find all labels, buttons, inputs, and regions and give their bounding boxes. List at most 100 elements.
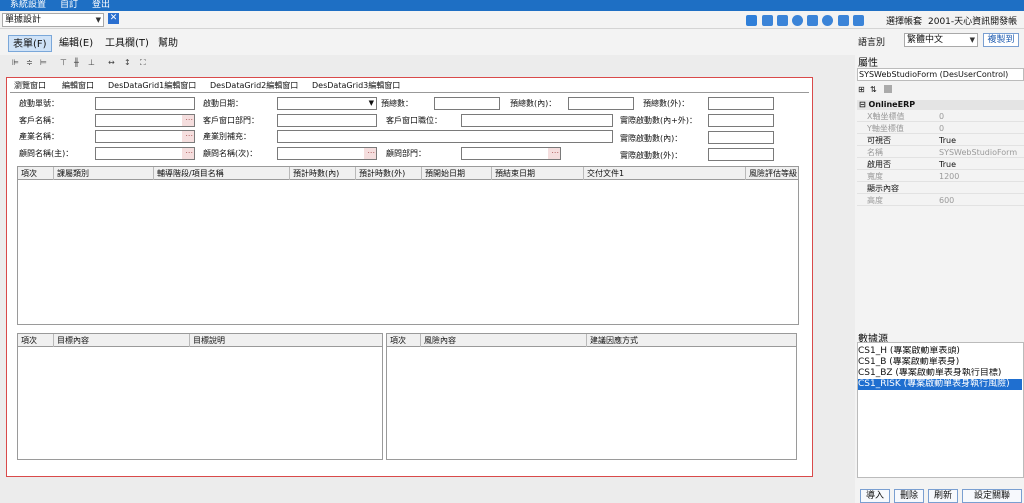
consultant-sub-input[interactable] — [277, 146, 377, 160]
grid-2-col-desc[interactable]: 目標說明 — [190, 334, 382, 347]
menu-system-settings[interactable]: 系統設置 — [10, 0, 46, 11]
property-row[interactable]: 可視否 True — [857, 136, 1024, 146]
grid-3-col-risk[interactable]: 風險內容 — [421, 334, 587, 347]
refresh-button[interactable]: 刷新 — [928, 489, 958, 503]
property-value[interactable]: 0 — [939, 112, 944, 122]
grid-1-col-end[interactable]: 預結束日期 — [492, 167, 584, 180]
aa-icon[interactable] — [746, 15, 757, 26]
tab-grid2-edit[interactable]: DesDataGrid2編輯窗口 — [210, 80, 298, 91]
align-center-icon[interactable]: ≑ — [26, 58, 33, 67]
tab-edit[interactable]: 編輯窗口 — [62, 80, 94, 91]
check-icon[interactable] — [792, 15, 803, 26]
data-grid-3[interactable]: 項次 風險內容 建議因應方式 — [386, 333, 797, 460]
grid-3-col-no[interactable]: 項次 — [387, 334, 421, 347]
data-grid-2[interactable]: 項次 目標內容 目標說明 — [17, 333, 383, 460]
property-row[interactable]: X軸坐標值 0 — [857, 112, 1024, 122]
property-value[interactable]: 0 — [939, 124, 944, 134]
datasource-item[interactable]: CS1_H (專案啟動單表頭) — [858, 346, 1022, 357]
consultant-dept-input[interactable] — [461, 146, 561, 160]
order-no-input[interactable] — [95, 97, 195, 110]
layout-icon[interactable] — [777, 15, 788, 26]
align-left-icon[interactable]: ⊫ — [12, 58, 19, 67]
menu-edit[interactable]: 編輯(E) — [55, 35, 97, 52]
property-row[interactable]: 啟用否 True — [857, 160, 1024, 170]
same-size-icon[interactable]: ⛶ — [140, 58, 146, 68]
property-row[interactable]: 寬度 1200 — [857, 172, 1024, 182]
lightning-icon[interactable] — [807, 15, 818, 26]
industry-input[interactable] — [95, 129, 195, 143]
est-total-input[interactable] — [434, 97, 500, 110]
lang-select[interactable]: 繁體中文 ▼ — [904, 33, 978, 47]
same-width-icon[interactable]: ↔ — [108, 58, 115, 67]
form-type-combo[interactable]: 單據設計 ▼ — [2, 13, 104, 27]
industry-note-input[interactable] — [277, 130, 613, 143]
actual-in-out-input[interactable] — [708, 114, 774, 127]
grid-1-col-no[interactable]: 項次 — [18, 167, 54, 180]
datasource-item[interactable]: CS1_RISK (專案啟動單表身執行風險) — [858, 379, 1022, 390]
tab-grid3-edit[interactable]: DesDataGrid3編輯窗口 — [312, 80, 400, 91]
delete-button[interactable]: 刪除 — [894, 489, 924, 503]
grid-1-col-hours-out[interactable]: 預計時數(外) — [356, 167, 422, 180]
align-top-icon[interactable]: ⊤ — [60, 58, 67, 67]
grid-1-col-risk[interactable]: 風險評估等級 — [746, 167, 798, 180]
property-key: 可視否 — [867, 136, 891, 145]
grid-1-col-stage[interactable]: 輔導階段/項目名稱 — [154, 167, 290, 180]
import-button[interactable]: 導入 — [860, 489, 890, 503]
menu-form[interactable]: 表單(F) — [8, 35, 52, 52]
property-value[interactable]: SYSWebStudioForm — [939, 148, 1017, 158]
grid-3-col-advice[interactable]: 建議因應方式 — [587, 334, 796, 347]
menu-custom[interactable]: 自訂 — [60, 0, 78, 11]
consultant-main-input[interactable] — [95, 146, 195, 160]
sort-alpha-icon[interactable]: ⇅ — [870, 85, 877, 94]
document-icon[interactable] — [762, 15, 773, 26]
est-out-input[interactable] — [708, 97, 774, 110]
align-middle-icon[interactable]: ╫ — [74, 58, 79, 67]
est-in-input[interactable] — [568, 97, 634, 110]
property-row[interactable]: 名稱 SYSWebStudioForm — [857, 148, 1024, 158]
align-right-icon[interactable]: ⊨ — [40, 58, 47, 67]
actual-1-input[interactable] — [708, 131, 774, 144]
cust-dept-input[interactable] — [277, 114, 377, 127]
property-group-header[interactable]: ⊟ OnlineERP — [857, 100, 1024, 110]
properties-object-select[interactable]: SYSWebStudioForm (DesUserControl) — [857, 68, 1024, 81]
datasource-item[interactable]: CS1_B (專案啟動單表身) — [858, 357, 1022, 368]
property-value[interactable]: 600 — [939, 196, 954, 206]
grid-1-col-hours-in[interactable]: 預計時數(內) — [290, 167, 356, 180]
grid-1-col-category[interactable]: 課屬類別 — [54, 167, 154, 180]
copy-to-button[interactable]: 複製到 — [983, 33, 1019, 47]
property-value[interactable]: True — [939, 136, 956, 146]
same-height-icon[interactable]: ↕ — [124, 58, 131, 67]
set-relation-button[interactable]: 設定關聯 — [962, 489, 1022, 503]
grid-1-col-doc[interactable]: 交付文件1 — [584, 167, 746, 180]
sort-category-icon[interactable]: ⊞ — [858, 85, 865, 94]
grid-1-col-start[interactable]: 預開始日期 — [422, 167, 492, 180]
menu-logout[interactable]: 登出 — [92, 0, 110, 11]
property-row[interactable]: Y軸坐標值 0 — [857, 124, 1024, 134]
property-pages-icon[interactable] — [884, 85, 892, 93]
tab-browse[interactable]: 瀏覽窗口 — [14, 80, 46, 91]
tab-grid1-edit[interactable]: DesDataGrid1編輯窗口 — [108, 80, 196, 91]
property-row[interactable]: 顯示內容 — [857, 184, 1024, 194]
label-consultant-sub: 顧問名稱(次)： — [203, 149, 258, 158]
cust-title-input[interactable] — [461, 114, 613, 127]
label-consultant-main: 顧問名稱(主)： — [19, 149, 74, 158]
customer-input[interactable] — [95, 113, 195, 127]
grid-2-col-no[interactable]: 項次 — [18, 334, 54, 347]
property-value[interactable]: True — [939, 160, 956, 170]
export-icon[interactable] — [853, 15, 864, 26]
data-grid-1[interactable]: 項次 課屬類別 輔導階段/項目名稱 預計時數(內) 預計時數(外) 預開始日期 … — [17, 166, 799, 325]
datasource-item[interactable]: CS1_BZ (專案啟動單表身執行目標) — [858, 368, 1022, 379]
properties-title: 屬性 — [858, 58, 878, 69]
actual-2-input[interactable] — [708, 148, 774, 161]
account-select[interactable]: 2001-天心資訊開發帳 — [928, 14, 1020, 27]
settings-icon[interactable] — [838, 15, 849, 26]
close-icon[interactable]: ✕ — [108, 13, 119, 24]
grid-2-col-content[interactable]: 目標內容 — [54, 334, 190, 347]
menu-help[interactable]: 幫助 — [154, 35, 182, 52]
start-date-input[interactable]: ▼ — [277, 97, 377, 110]
help-icon[interactable] — [822, 15, 833, 26]
menu-toolbar-menu[interactable]: 工具欄(T) — [101, 35, 153, 52]
property-row[interactable]: 高度 600 — [857, 196, 1024, 206]
align-bottom-icon[interactable]: ⊥ — [88, 58, 95, 67]
property-value[interactable]: 1200 — [939, 172, 959, 182]
